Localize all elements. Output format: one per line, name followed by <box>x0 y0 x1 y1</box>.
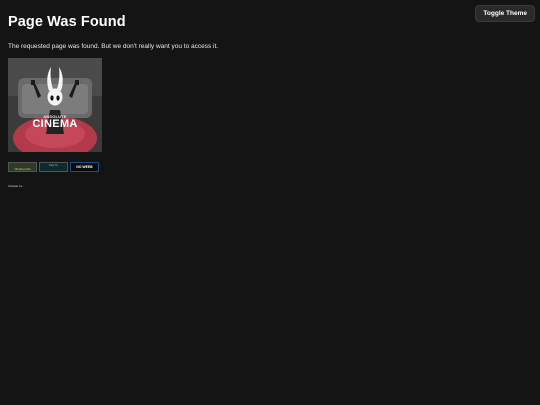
badge-2-line1: Dark fm <box>48 164 59 167</box>
badge-1-line2: Vibrating bells <box>14 168 31 171</box>
page-title: Page Was Found <box>8 14 126 30</box>
toggle-theme-button[interactable]: Toggle Theme <box>475 5 535 22</box>
absolute-cinema-image: ABSOLUTE CINEMA <box>8 58 102 152</box>
meme-illustration <box>8 58 102 152</box>
main-content: Page Was Found The requested page was fo… <box>8 14 218 188</box>
meme-caption-bottom: CINEMA <box>32 118 78 130</box>
badge-2-icon[interactable]: Dark fm <box>39 162 68 172</box>
badge-3-line2: NO WEEB <box>76 165 93 169</box>
badge-3-icon[interactable]: NO WEEB <box>70 162 99 172</box>
footnote: Gravatar me <box>8 185 23 188</box>
page: Toggle Theme Page Was Found The requeste… <box>0 0 540 405</box>
page-description: The requested page was found. But we don… <box>8 43 219 50</box>
badge-row: Vibrating bells Dark fm NO WEEB <box>8 162 218 172</box>
badge-1-icon[interactable]: Vibrating bells <box>8 162 37 172</box>
